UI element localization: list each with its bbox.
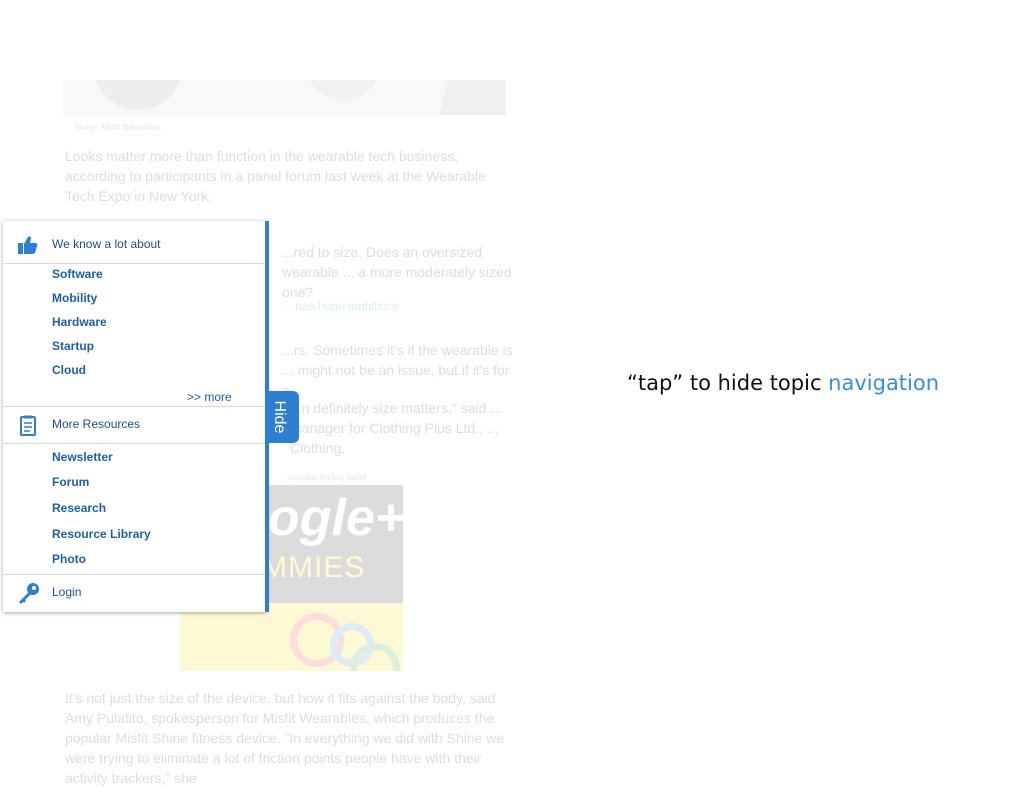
article-paragraph: ...rs. Sometimes it's if the wearable is… xyxy=(282,342,513,398)
section-title: We know a lot about xyxy=(52,237,161,251)
section-title: More Resources xyxy=(52,417,141,431)
article-paragraph: ...n definitely size matters," said ... … xyxy=(290,400,502,456)
nav-item-photo[interactable]: Photo xyxy=(52,552,86,566)
nav-item-hardware[interactable]: Hardware xyxy=(52,315,107,329)
hide-label: Hide xyxy=(271,400,288,434)
section-header-topics: We know a lot about xyxy=(3,227,267,264)
article-link[interactable]: ... has huge ambitions xyxy=(282,299,399,313)
article-paragraph: ...red to size. Does an oversized wearab… xyxy=(282,244,512,300)
nav-item-mobility[interactable]: Mobility xyxy=(52,291,97,305)
notepad-icon xyxy=(17,415,39,436)
book-title: ogle+ xyxy=(268,489,406,547)
nav-item-resource-library[interactable]: Resource Library xyxy=(52,527,151,541)
instruction-prefix: “tap” to hide topic xyxy=(627,371,829,395)
nav-item-research[interactable]: Research xyxy=(52,501,106,515)
article-paragraph: It's not just the size of the device, bu… xyxy=(65,690,505,786)
article-paragraph: Looks matter more than function in the w… xyxy=(65,148,486,204)
nav-item-newsletter[interactable]: Newsletter xyxy=(52,450,113,464)
hide-navigation-button[interactable]: Hide xyxy=(266,391,299,443)
nav-item-startup[interactable]: Startup xyxy=(52,339,94,353)
image-caption: Image: Misfit Wearables xyxy=(75,123,161,132)
nav-item-software[interactable]: Software xyxy=(52,267,103,281)
thumbs-up-icon xyxy=(17,235,39,255)
nav-item-forum[interactable]: Forum xyxy=(52,475,89,489)
more-topics-link[interactable]: >> more xyxy=(187,390,232,404)
book-subtitle: MMIES xyxy=(262,551,366,584)
topic-navigation-panel: We know a lot about Software Mobility Ha… xyxy=(3,221,267,612)
image-caption: ...possible trading tablet xyxy=(282,473,367,482)
login-row[interactable]: Login xyxy=(3,574,267,611)
key-icon xyxy=(17,582,39,604)
nav-item-cloud[interactable]: Cloud xyxy=(52,363,86,377)
instruction-text: “tap” to hide topic navigation xyxy=(627,371,939,395)
login-label[interactable]: Login xyxy=(52,585,81,599)
article-hero-image xyxy=(63,80,505,115)
section-header-resources: More Resources xyxy=(3,406,267,444)
instruction-accent: navigation xyxy=(828,371,940,395)
